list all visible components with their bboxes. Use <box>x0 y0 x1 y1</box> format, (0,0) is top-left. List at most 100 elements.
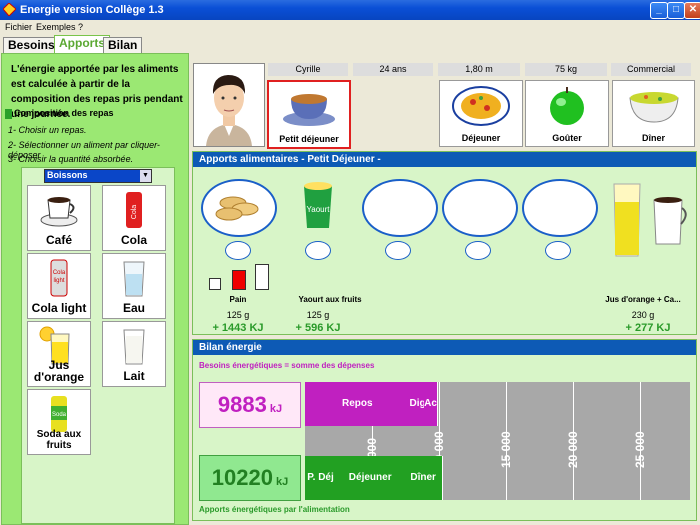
quantity-selector-3[interactable] <box>385 241 411 260</box>
meal-petit-dejeuner[interactable]: Petit déjeuner <box>267 80 351 149</box>
meal-gouter[interactable]: Goûter <box>525 80 609 147</box>
menu-exemples[interactable]: Exemples <box>36 22 76 32</box>
quantity-selector-4[interactable] <box>465 241 491 260</box>
person-weight: 75 kg <box>525 63 607 76</box>
apports-energy-title: Apports énergétiques par l'alimentation <box>199 505 350 514</box>
food-kj-yaourt: + 596 KJ <box>295 322 341 334</box>
food-qty-yaourt: 125 g <box>306 310 330 320</box>
maximize-button[interactable]: □ <box>667 2 685 19</box>
apports-panel: Apports alimentaires - Petit Déjeuner - … <box>192 151 697 335</box>
chevron-down-icon[interactable]: ▼ <box>140 170 151 182</box>
tab-apports[interactable]: Apports <box>54 35 110 53</box>
axis-tick-label: 15 000 <box>499 431 513 468</box>
window-title: Energie version Collège 1.3 <box>20 4 164 16</box>
apple-icon <box>550 87 584 125</box>
meal-label: Petit déjeuner <box>279 134 339 144</box>
minimize-button[interactable]: _ <box>650 2 668 19</box>
yaourt-pot-icon: Yaourt <box>304 182 332 228</box>
besoins-bar: Dig <box>409 382 425 426</box>
food-slot-3[interactable] <box>362 179 438 237</box>
meal-label: Goûter <box>552 133 582 143</box>
person-height: 1,80 m <box>438 63 520 76</box>
apports-bar: P. Déj <box>305 456 338 500</box>
apports-title: Apports alimentaires - Petit Déjeuner - <box>199 154 381 165</box>
food-label: Jus d'orange <box>33 358 85 384</box>
meal-dejeuner[interactable]: Déjeuner <box>439 80 523 147</box>
food-slot-4[interactable] <box>442 179 518 237</box>
soup-bowl-icon <box>628 92 679 123</box>
person-age: 24 ans <box>353 63 433 76</box>
composition-marker <box>5 109 12 119</box>
food-kj-jus: + 277 KJ <box>625 322 671 334</box>
food-list: Boissons ▼ Café Cola Cola Cola light Cola… <box>21 167 175 524</box>
food-lait[interactable]: Lait <box>102 321 166 387</box>
person-portrait-icon <box>206 75 252 146</box>
food-name-pain: Pain <box>229 295 247 304</box>
coffee-cup-icon <box>653 197 687 245</box>
person-name: Cyrille <box>268 63 348 76</box>
apports-total-box: 10220 kJ <box>199 455 301 501</box>
paella-plate-icon <box>452 86 510 126</box>
svg-text:Cola: Cola <box>53 270 66 276</box>
food-label: Soda aux fruits <box>36 429 82 451</box>
apports-bar: Déjeuner <box>336 456 406 500</box>
apports-header: Apports alimentaires - Petit Déjeuner - <box>193 152 696 167</box>
meal-label: Dîner <box>641 133 665 143</box>
meal-diner[interactable]: Dîner <box>612 80 695 147</box>
besoins-total-box: 9883 kJ <box>199 382 301 428</box>
cola-can-icon: Cola <box>126 192 142 228</box>
tab-besoins[interactable]: Besoins <box>3 37 60 53</box>
portion-medium-selected[interactable] <box>232 270 246 290</box>
main-tabs: Besoins Apports Bilan <box>0 35 700 53</box>
axis-tick-label: 25 000 <box>633 431 647 468</box>
milk-glass-icon <box>123 329 145 365</box>
quantity-selector-1[interactable] <box>225 241 251 260</box>
food-cafe[interactable]: Café <box>27 185 91 251</box>
apports-total-value: 10220 <box>211 465 273 490</box>
food-soda[interactable]: Soda Soda aux fruits <box>27 389 91 455</box>
food-qty-jus: 230 g <box>631 310 655 320</box>
person-avatar <box>193 63 265 147</box>
quantity-selector-2[interactable] <box>305 241 331 260</box>
water-glass-icon <box>123 261 145 297</box>
apports-bar: Dîner <box>404 456 443 500</box>
meal-label: Déjeuner <box>461 133 501 143</box>
food-label: Café <box>45 233 72 247</box>
menu-help[interactable]: ? <box>78 22 83 32</box>
step-3: 3- Choisir la quantité absorbée. <box>8 154 134 164</box>
menu-bar: Fichier Exemples ? <box>0 20 700 34</box>
apports-unit: kJ <box>276 476 289 488</box>
food-slot-1[interactable] <box>201 179 277 237</box>
bread-icon <box>215 196 259 221</box>
food-name-jus: Jus d'orange + Ca... <box>605 295 681 304</box>
food-cola[interactable]: Cola Cola <box>102 185 166 251</box>
food-cola-light[interactable]: Cola light Cola light <box>27 253 91 319</box>
food-jus-orange[interactable]: Jus d'orange <box>27 321 91 387</box>
food-slot-5[interactable] <box>522 179 598 237</box>
title-bar: Energie version Collège 1.3 _ □ ✕ <box>0 0 700 20</box>
svg-text:Cola: Cola <box>131 205 138 220</box>
quantity-selector-5[interactable] <box>545 241 571 260</box>
food-label: Cola light <box>31 301 87 315</box>
besoins-bar: Ac <box>423 382 439 426</box>
juice-glass-icon <box>613 183 641 257</box>
food-name-yaourt: Yaourt aux fruits <box>298 295 362 304</box>
portion-large[interactable] <box>255 264 269 290</box>
yaourt-pot-label: Yaourt <box>307 205 331 214</box>
cola-light-can-icon: Cola light <box>50 259 68 297</box>
axis-tick-label: 20 000 <box>566 431 580 468</box>
food-kj-pain: + 1443 KJ <box>212 322 264 334</box>
besoins-unit: kJ <box>269 403 283 415</box>
besoins-title: Besoins énergétiques = somme des dépense… <box>199 361 375 370</box>
food-eau[interactable]: Eau <box>102 253 166 319</box>
cafe-icon <box>40 197 78 227</box>
svg-text:Soda: Soda <box>52 412 67 418</box>
food-category-select[interactable]: Boissons ▼ <box>44 169 152 183</box>
person-job: Commercial <box>611 63 691 76</box>
close-button[interactable]: ✕ <box>684 2 700 19</box>
menu-fichier[interactable]: Fichier <box>5 22 32 32</box>
tab-bilan[interactable]: Bilan <box>103 37 143 53</box>
food-label: Eau <box>122 301 145 315</box>
portion-small[interactable] <box>209 278 221 290</box>
besoins-bar: Repos <box>305 382 411 426</box>
